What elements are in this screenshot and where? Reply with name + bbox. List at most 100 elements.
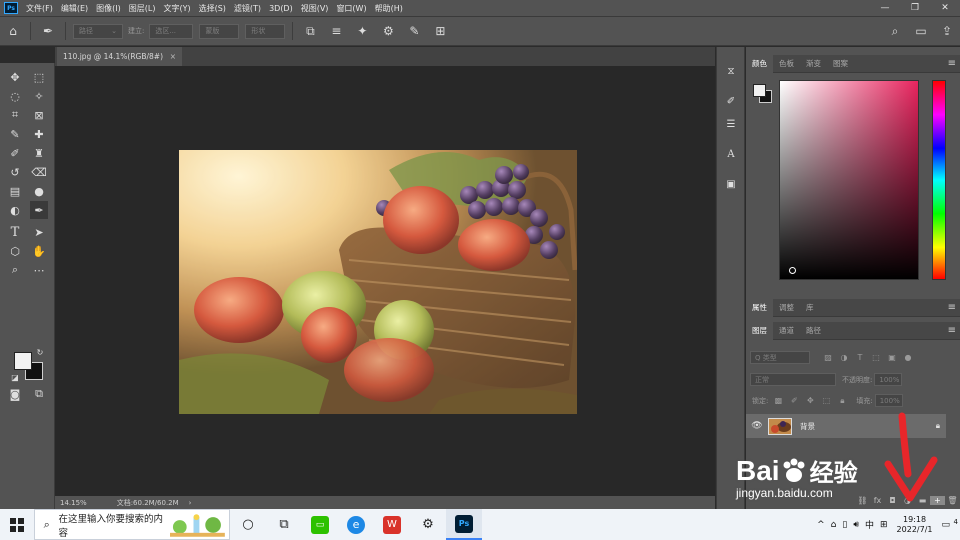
minimize-button[interactable]: —: [870, 3, 900, 13]
menu-layer[interactable]: 图层(L): [125, 3, 160, 14]
close-button[interactable]: ✕: [930, 3, 960, 13]
taskbar-clock[interactable]: 19:18 2022/7/1: [891, 515, 939, 535]
widgets-icon[interactable]: ⧉: [266, 509, 302, 540]
delete-layer-icon[interactable]: 🗑︎: [945, 496, 960, 505]
menu-window[interactable]: 窗口(W): [332, 3, 370, 14]
brush-tool-icon[interactable]: ✐: [6, 144, 24, 162]
task-view-icon[interactable]: ○: [230, 509, 266, 540]
layer-visibility-eye-icon[interactable]: 👁︎: [746, 421, 768, 431]
gradient-tool-icon[interactable]: ▤: [6, 182, 24, 200]
character-panel-icon[interactable]: A: [722, 145, 740, 163]
panel-menu-icon[interactable]: ≡: [948, 58, 956, 69]
chevron-up-icon[interactable]: ^: [814, 520, 828, 530]
make-mask-button[interactable]: 蒙版: [199, 23, 240, 39]
lock-artboard-icon[interactable]: ⬚: [820, 395, 832, 407]
wechat-app-icon[interactable]: ▭: [302, 509, 338, 540]
network-icon[interactable]: ⌂: [828, 520, 840, 530]
zoom-level[interactable]: 14.15%: [55, 499, 87, 507]
close-tab-icon[interactable]: ×: [170, 52, 176, 61]
paragraph-panel-icon[interactable]: ▣: [722, 175, 740, 193]
document-tab[interactable]: 110.jpg @ 14.1%(RGB/8#) ×: [57, 47, 182, 66]
menu-3d[interactable]: 3D(D): [265, 4, 297, 13]
history-panel-icon[interactable]: ⧖: [722, 62, 740, 80]
menu-image[interactable]: 图像(I): [92, 3, 125, 14]
quick-mask-icon[interactable]: ◙: [6, 385, 24, 403]
eyedropper-tool-icon[interactable]: ✎: [6, 125, 24, 143]
gear-icon[interactable]: ⚙: [379, 22, 397, 40]
search-icon[interactable]: ⌕: [886, 22, 904, 40]
pen-mode-select[interactable]: 路径 ⌄: [73, 23, 123, 39]
magic-wand-tool-icon[interactable]: ✧: [30, 87, 48, 105]
more-tools-icon[interactable]: ⋯: [30, 261, 48, 279]
taskbar-search-box[interactable]: ⌕ 在这里输入你要搜索的内容: [34, 509, 230, 540]
auto-add-delete-icon[interactable]: ✎: [405, 22, 423, 40]
make-selection-button[interactable]: 选区...: [149, 23, 194, 39]
dodge-tool-icon[interactable]: ◐: [6, 201, 24, 219]
edge-browser-icon[interactable]: e: [338, 509, 374, 540]
type-tool-icon[interactable]: T: [6, 223, 24, 241]
lock-position-icon[interactable]: ✥: [804, 395, 816, 407]
tab-patterns[interactable]: 图案: [827, 55, 854, 73]
move-tool-icon[interactable]: ✥: [6, 68, 24, 86]
eraser-tool-icon[interactable]: ⌫: [30, 163, 48, 181]
make-shape-button[interactable]: 形状: [245, 23, 286, 39]
tab-color[interactable]: 颜色: [746, 54, 773, 73]
filter-adjustment-icon[interactable]: ◑: [838, 352, 850, 364]
hue-slider[interactable]: [932, 80, 946, 280]
blur-tool-icon[interactable]: ●: [30, 182, 48, 200]
menu-edit[interactable]: 编辑(E): [57, 3, 92, 14]
path-operations-icon[interactable]: ⧉: [301, 22, 319, 40]
lock-pixels-icon[interactable]: ✐: [788, 395, 800, 407]
lock-transparent-icon[interactable]: ▩: [772, 395, 784, 407]
swap-colors-icon[interactable]: ↻: [34, 346, 46, 358]
brush-settings-panel-icon[interactable]: ✐: [722, 92, 740, 110]
shape-tool-icon[interactable]: ⬡: [6, 242, 24, 260]
volume-icon[interactable]: 🔊︎: [850, 520, 862, 530]
path-selection-tool-icon[interactable]: ➤: [30, 223, 48, 241]
layer-name[interactable]: 背景: [792, 421, 815, 432]
restore-button[interactable]: ❐: [900, 3, 930, 13]
hand-tool-icon[interactable]: ✋: [30, 242, 48, 260]
menu-view[interactable]: 视图(V): [297, 3, 333, 14]
filter-smart-object-icon[interactable]: ▣: [886, 352, 898, 364]
tab-libraries[interactable]: 库: [800, 299, 820, 317]
color-picker-cursor[interactable]: [789, 267, 796, 274]
panel-menu-icon[interactable]: ≡: [948, 302, 956, 313]
canvas-image[interactable]: [179, 150, 577, 414]
fill-field[interactable]: 100%: [874, 394, 903, 407]
blend-mode-select[interactable]: 正常: [750, 373, 836, 386]
marquee-tool-icon[interactable]: ⬚: [30, 68, 48, 86]
pen-tool-preset-icon[interactable]: ✒: [39, 22, 57, 40]
status-arrow-icon[interactable]: ›: [179, 499, 192, 507]
filter-shape-icon[interactable]: ⬚: [870, 352, 882, 364]
tab-paths[interactable]: 路径: [800, 322, 827, 340]
input-method-icon[interactable]: ⊞: [877, 520, 891, 530]
panel-menu-icon[interactable]: ≡: [948, 325, 956, 336]
clone-stamp-tool-icon[interactable]: ♜: [30, 144, 48, 162]
tab-adjustments[interactable]: 调整: [773, 299, 800, 317]
tab-swatches[interactable]: 色板: [773, 55, 800, 73]
tab-properties[interactable]: 属性: [746, 298, 773, 317]
notification-center-icon[interactable]: ▭ 4: [938, 518, 960, 530]
photoshop-taskbar-icon[interactable]: Ps: [446, 509, 482, 540]
workspace-icon[interactable]: ▭: [912, 22, 930, 40]
menu-filter[interactable]: 滤镜(T): [230, 3, 265, 14]
panel-foreground-swatch[interactable]: [753, 84, 766, 97]
path-alignment-icon[interactable]: ≡: [327, 22, 345, 40]
filter-toggle-icon[interactable]: ●: [902, 352, 914, 364]
pen-tool-icon[interactable]: ✒: [30, 201, 48, 219]
home-icon[interactable]: ⌂: [4, 22, 22, 40]
foreground-color-swatch[interactable]: [14, 352, 32, 370]
crop-tool-icon[interactable]: ⌗: [6, 106, 24, 124]
menu-file[interactable]: 文件(F): [22, 3, 57, 14]
healing-brush-tool-icon[interactable]: ✚: [30, 125, 48, 143]
color-picker-field[interactable]: [779, 80, 919, 280]
history-brush-tool-icon[interactable]: ↺: [6, 163, 24, 181]
menu-type[interactable]: 文字(Y): [159, 3, 194, 14]
settings-gear-icon[interactable]: ⚙: [410, 509, 446, 540]
menu-help[interactable]: 帮助(H): [371, 3, 407, 14]
filter-type-icon[interactable]: T: [854, 352, 866, 364]
tab-gradients[interactable]: 渐变: [800, 55, 827, 73]
lock-all-icon[interactable]: 🔒︎: [836, 395, 848, 407]
tab-layers[interactable]: 图层: [746, 321, 773, 340]
